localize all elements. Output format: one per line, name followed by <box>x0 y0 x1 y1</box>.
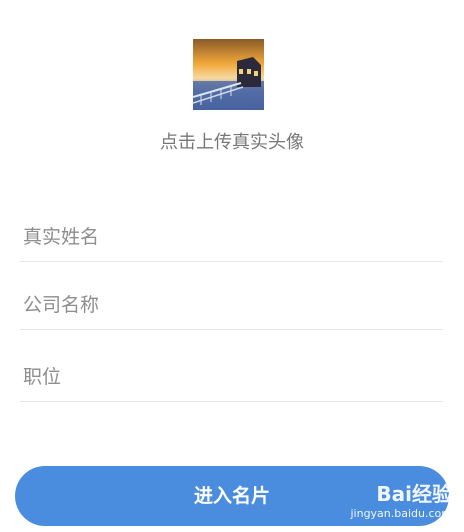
watermark-url: jingyan.baidu.com <box>350 507 452 520</box>
position-field <box>20 352 443 402</box>
company-field <box>20 280 443 330</box>
enter-card-button-label: 进入名片 <box>193 485 270 507</box>
watermark-logo: Bai经验 <box>376 482 452 506</box>
avatar-image <box>193 39 264 110</box>
position-input[interactable] <box>20 352 443 401</box>
name-field <box>20 212 443 262</box>
name-input[interactable] <box>20 212 443 261</box>
upload-avatar-hint[interactable]: 点击上传真实头像 <box>0 128 464 154</box>
avatar-upload[interactable] <box>193 39 264 110</box>
company-input[interactable] <box>20 280 443 329</box>
watermark: Bai经验 jingyan.baidu.com <box>350 484 452 519</box>
